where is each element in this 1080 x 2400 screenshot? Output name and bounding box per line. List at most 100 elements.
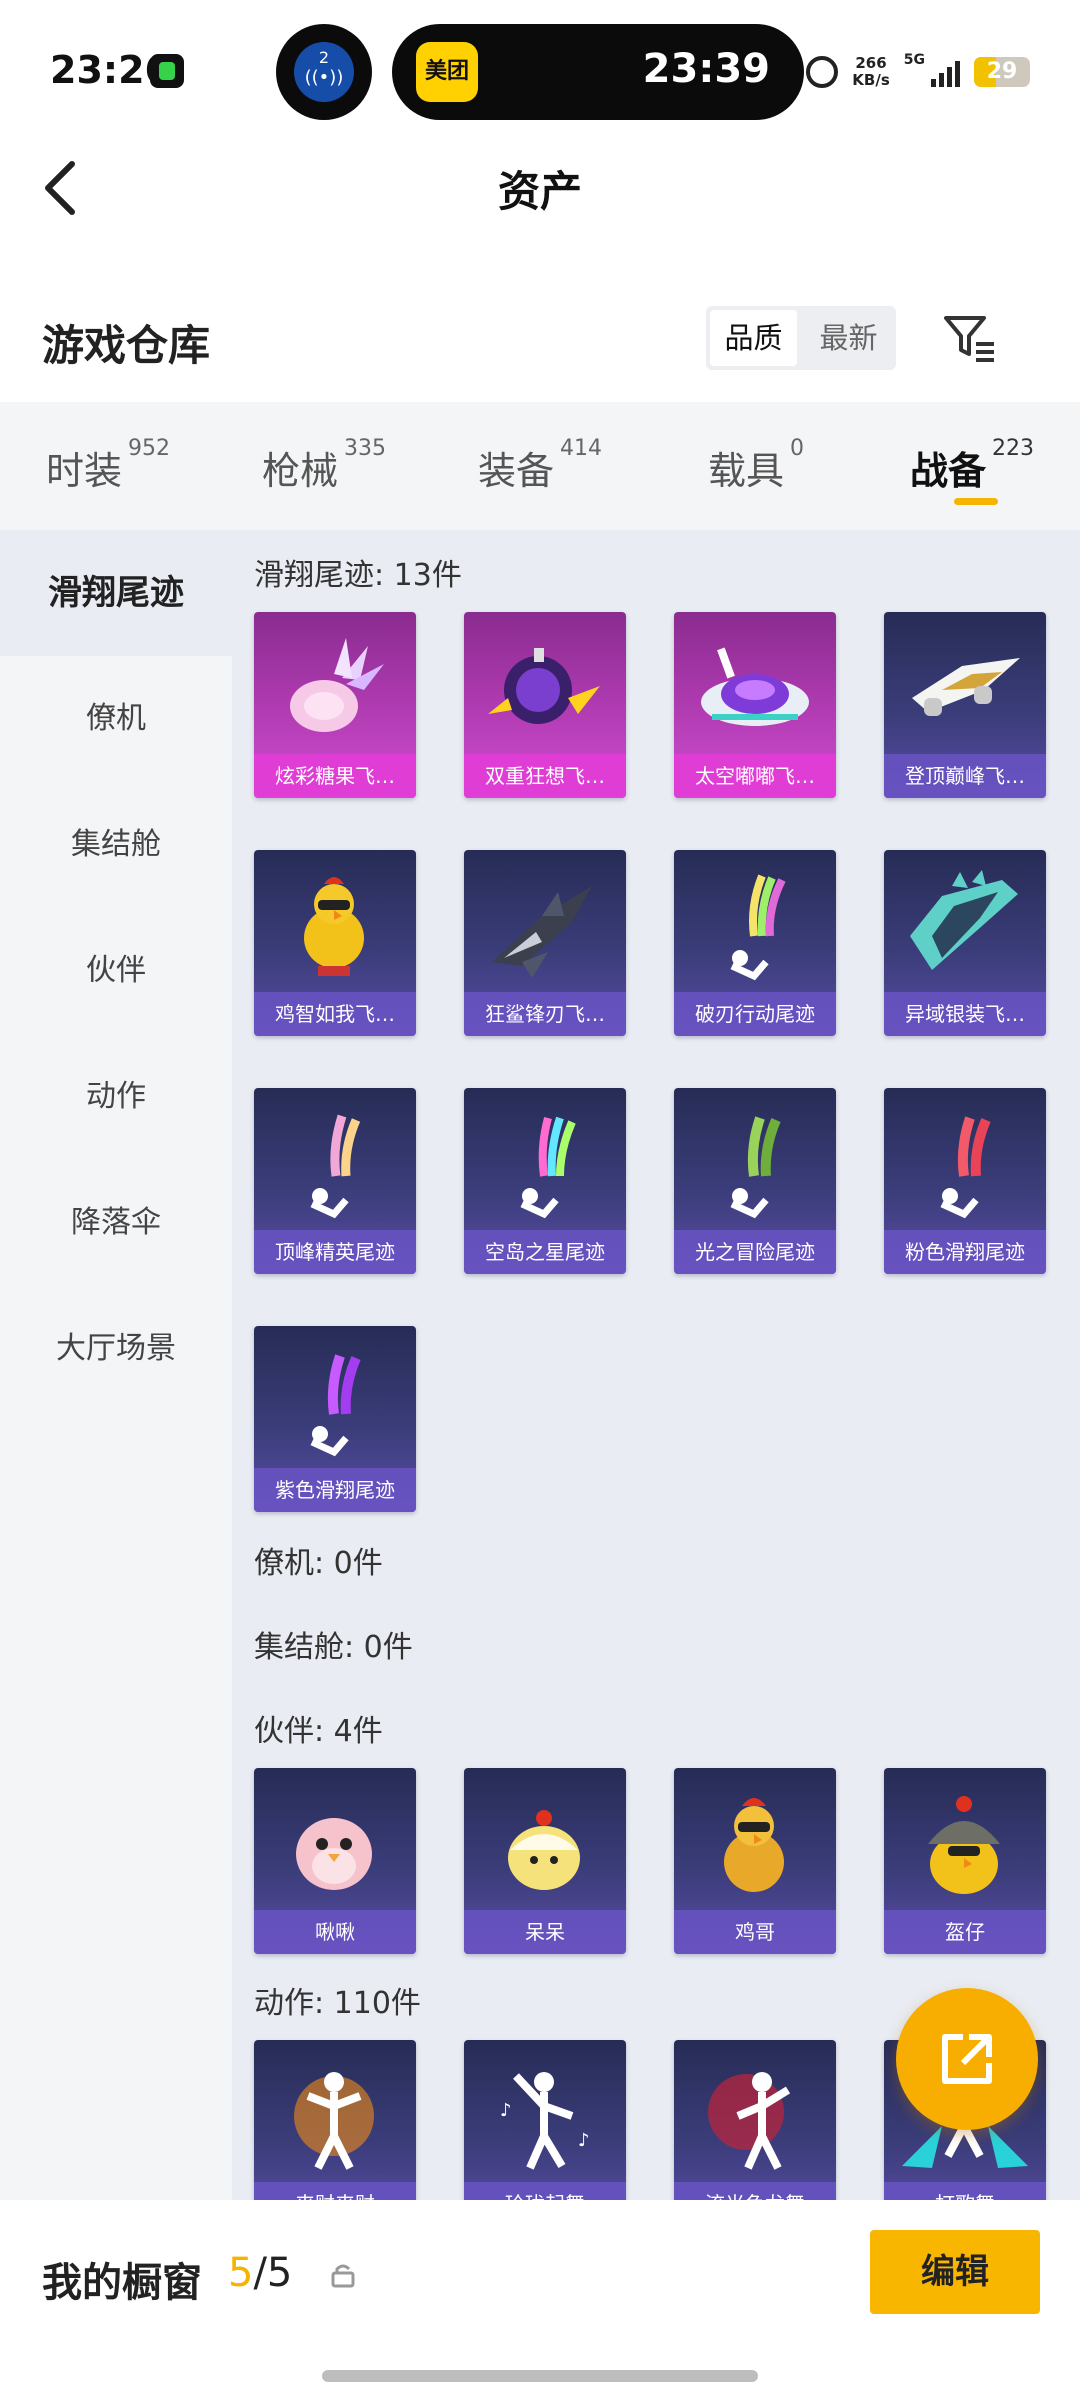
active-tab-indicator [954, 498, 998, 505]
item-name: 流光鱼龙舞 [674, 2182, 836, 2200]
item-card[interactable]: 光之冒险尾迹 [674, 1088, 836, 1274]
item-name: 双重狂想飞… [464, 754, 626, 798]
dynamic-island[interactable]: 美团 23:39 [392, 24, 804, 120]
item-name: 破刃行动尾迹 [674, 992, 836, 1036]
item-name: 粉色滑翔尾迹 [884, 1230, 1046, 1274]
tab-equipment[interactable]: 装备414 [432, 402, 648, 530]
item-card[interactable]: 异域银装飞… [884, 850, 1046, 1036]
tab-label: 装备 [477, 449, 554, 493]
shark-trail-icon [492, 886, 592, 978]
share-button[interactable] [896, 1988, 1038, 2130]
item-card[interactable]: 双重狂想飞… [464, 612, 626, 798]
item-card[interactable]: 呆呆 [464, 1768, 626, 1954]
item-grid-panel[interactable]: 滑翔尾迹: 13件 炫彩糖果飞… 双重狂想飞… 太空嘟嘟飞… 登顶巅峰飞… 鸡智… [232, 530, 1080, 2200]
item-name: 玲珑起舞 [464, 2182, 626, 2200]
side-item-partner[interactable]: 伙伴 [0, 908, 232, 1034]
side-item-wingman[interactable]: 僚机 [0, 656, 232, 782]
side-item-glide-trail[interactable]: 滑翔尾迹 [0, 530, 232, 656]
side-item-assembly-pod[interactable]: 集结舱 [0, 782, 232, 908]
item-name: 盔仔 [884, 1910, 1046, 1954]
edit-button[interactable]: 编辑 [870, 2230, 1040, 2314]
alien-wing-trail-icon [910, 870, 1018, 970]
item-card[interactable]: 鸡哥 [674, 1768, 836, 1954]
side-item-parachute[interactable]: 降落伞 [0, 1160, 232, 1286]
status-icons: 266 KB/s 5G 29 [806, 52, 1030, 92]
item-card[interactable]: 来财来财 [254, 2040, 416, 2200]
item-card[interactable]: 啾啾 [254, 1768, 416, 1954]
item-card[interactable]: 紫色滑翔尾迹 [254, 1326, 416, 1512]
side-nav: 滑翔尾迹 僚机 集结舱 伙伴 动作 降落伞 大厅场景 [0, 530, 232, 2200]
item-name: 紫色滑翔尾迹 [254, 1468, 416, 1512]
tab-count: 335 [344, 436, 386, 461]
tab-combat-supplies[interactable]: 战备223 [864, 402, 1080, 530]
broadcast-icon: 2 ((•)) [294, 42, 354, 102]
item-name: 炫彩糖果飞… [254, 754, 416, 798]
music-app-icon [150, 54, 184, 88]
item-name: 鸡智如我飞… [254, 992, 416, 1036]
tab-vehicles[interactable]: 载具0 [648, 402, 864, 530]
sort-newest-button[interactable]: 最新 [805, 310, 892, 366]
item-name: 啾啾 [254, 1910, 416, 1954]
item-card[interactable]: 太空嘟嘟飞… [674, 612, 836, 798]
island-time: 23:39 [642, 46, 770, 92]
filter-icon[interactable] [940, 310, 1000, 366]
item-name: 异域银装飞… [884, 992, 1046, 1036]
item-card[interactable]: 狂鲨锋刃飞… [464, 850, 626, 1036]
tab-count: 414 [560, 436, 602, 461]
item-card[interactable]: ♪ ♪ 玲珑起舞 [464, 2040, 626, 2200]
network-speed-unit: KB/s [852, 71, 890, 89]
item-card[interactable]: 炫彩糖果飞… [254, 612, 416, 798]
ufo-trail-icon [701, 647, 809, 726]
section-title: 游戏仓库 [42, 321, 211, 370]
side-item-lobby-scene[interactable]: 大厅场景 [0, 1286, 232, 1412]
item-card[interactable]: 空岛之星尾迹 [464, 1088, 626, 1274]
lock-icon [331, 2264, 355, 2288]
category-header-emote: 动作: 110件 [254, 1986, 421, 2021]
external-link-icon [942, 2034, 992, 2084]
svg-text:♪: ♪ [578, 2130, 590, 2151]
status-bar: 23:26 2 ((•)) 美团 23:39 266 KB/s 5G 29 [0, 0, 1080, 140]
item-name: 登顶巅峰飞… [884, 754, 1046, 798]
item-name: 空岛之星尾迹 [464, 1230, 626, 1274]
showcase-total: /5 [253, 2250, 293, 2296]
tab-fashion[interactable]: 时装952 [0, 402, 216, 530]
item-card[interactable]: 鸡智如我飞… [254, 850, 416, 1036]
dance-fortune-icon [294, 2072, 374, 2170]
page-title: 资产 [497, 167, 582, 216]
showcase-bar: 我的橱窗 5/5 编辑 [0, 2200, 1080, 2400]
item-name: 呆呆 [464, 1910, 626, 1954]
smoke-trail-purple-icon [310, 1354, 361, 1457]
item-card[interactable]: 登顶巅峰飞… [884, 612, 1046, 798]
bomb-trail-icon [488, 648, 600, 724]
home-indicator[interactable] [322, 2370, 758, 2382]
showcase-label: 我的橱窗 [42, 2260, 202, 2306]
item-card[interactable]: 流光鱼龙舞 [674, 2040, 836, 2200]
category-header-assembly-pod: 集结舱: 0件 [254, 1630, 413, 1665]
showcase-current: 5 [228, 2250, 254, 2296]
item-card[interactable]: 顶峰精英尾迹 [254, 1088, 416, 1274]
item-name: 打歌舞 [884, 2182, 1046, 2200]
smoke-trail-red-icon [940, 1116, 991, 1219]
tab-count: 223 [992, 436, 1034, 461]
item-card[interactable]: 粉色滑翔尾迹 [884, 1088, 1046, 1274]
item-name: 狂鲨锋刃飞… [464, 992, 626, 1036]
battery-icon: 29 [974, 57, 1030, 87]
category-tabs: 时装952 枪械335 装备414 载具0 战备223 [0, 402, 1080, 530]
rooster-icon [724, 1798, 784, 1892]
item-card[interactable]: 破刃行动尾迹 [674, 850, 836, 1036]
candy-trail-icon [290, 638, 384, 732]
smoke-trail-green-icon [730, 1116, 781, 1219]
item-name: 来财来财 [254, 2182, 416, 2200]
side-item-emote[interactable]: 动作 [0, 1034, 232, 1160]
tab-guns[interactable]: 枪械335 [216, 402, 432, 530]
item-card[interactable]: 盔仔 [884, 1768, 1046, 1954]
cast-indicator: 2 ((•)) [276, 24, 372, 120]
item-name: 顶峰精英尾迹 [254, 1230, 416, 1274]
category-header-wingman: 僚机: 0件 [254, 1546, 383, 1581]
item-name: 太空嘟嘟飞… [674, 754, 836, 798]
tab-count: 952 [128, 436, 170, 461]
item-name: 鸡哥 [674, 1910, 836, 1954]
battery-level: 29 [986, 59, 1018, 84]
sort-quality-button[interactable]: 品质 [710, 310, 797, 366]
smoke-trail-multicolor-icon [520, 1116, 576, 1219]
